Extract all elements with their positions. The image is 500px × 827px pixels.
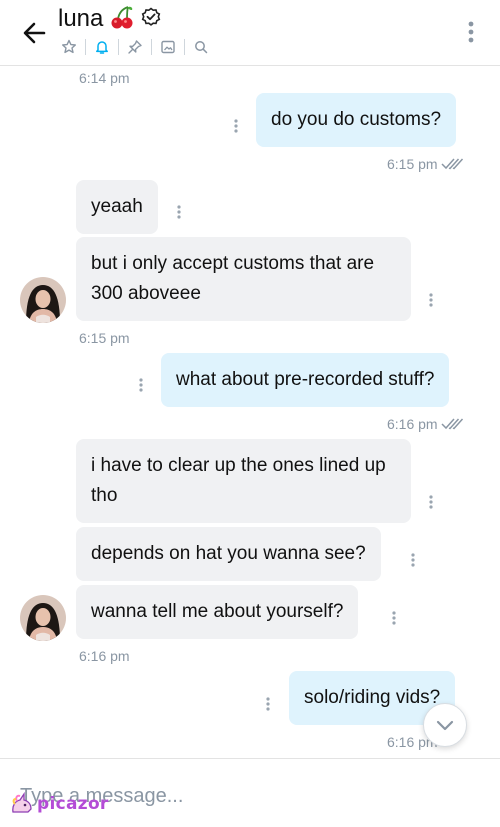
more-options-button[interactable] xyxy=(462,18,480,46)
back-arrow-icon xyxy=(23,22,46,44)
contact-name-row[interactable]: luna xyxy=(58,4,161,34)
scroll-to-bottom-button[interactable] xyxy=(423,703,467,747)
star-icon xyxy=(62,39,76,54)
more-vertical-icon xyxy=(177,205,181,219)
message-options-button[interactable] xyxy=(175,204,183,220)
search-button[interactable] xyxy=(191,37,211,57)
more-vertical-icon xyxy=(429,293,433,307)
timestamp: 6:16 pm xyxy=(387,416,438,432)
watermark: picazor xyxy=(9,792,109,816)
media-button[interactable] xyxy=(158,37,178,57)
avatar[interactable] xyxy=(20,277,66,323)
notifications-button[interactable] xyxy=(92,37,112,57)
more-vertical-icon xyxy=(392,611,396,625)
message-options-button[interactable] xyxy=(427,494,435,510)
timestamp: 6:15 pm xyxy=(387,156,438,172)
incoming-message[interactable]: yeaah xyxy=(76,180,158,234)
more-vertical-icon xyxy=(429,495,433,509)
toolbar-divider xyxy=(151,39,152,55)
incoming-message[interactable]: but i only accept customs that are 300 a… xyxy=(76,237,411,321)
chevron-down-icon xyxy=(436,720,454,731)
read-receipt-icon xyxy=(441,417,465,436)
more-vertical-icon xyxy=(411,553,415,567)
search-icon xyxy=(195,41,208,54)
outgoing-message[interactable]: do you do customs? xyxy=(256,93,457,147)
read-receipt-icon xyxy=(441,157,465,176)
toolbar-divider xyxy=(85,39,86,55)
message-options-button[interactable] xyxy=(137,377,145,393)
unicorn-logo-icon xyxy=(12,792,32,813)
verified-badge-icon xyxy=(141,6,161,32)
bell-icon xyxy=(96,41,108,54)
star-button[interactable] xyxy=(59,37,79,57)
message-options-button[interactable] xyxy=(264,696,272,712)
more-vertical-icon xyxy=(266,697,270,711)
watermark-text: picazor xyxy=(37,794,109,814)
message-options-button[interactable] xyxy=(390,610,398,626)
outgoing-message[interactable]: what about pre-recorded stuff? xyxy=(161,353,450,407)
cherry-emoji xyxy=(109,4,135,35)
back-button[interactable] xyxy=(18,16,52,50)
timestamp: 6:14 pm xyxy=(79,70,130,86)
message-options-button[interactable] xyxy=(409,552,417,568)
incoming-message[interactable]: i have to clear up the ones lined up tho xyxy=(76,439,411,523)
incoming-message[interactable]: wanna tell me about yourself? xyxy=(76,585,359,639)
chat-toolbar xyxy=(56,37,214,57)
contact-name[interactable]: luna xyxy=(58,5,103,33)
message-list[interactable]: 6:14 pm do you do customs? 6:15 pm yeaah… xyxy=(0,66,500,758)
incoming-message[interactable]: depends on hat you wanna see? xyxy=(76,527,381,581)
message-options-button[interactable] xyxy=(232,118,240,134)
more-vertical-icon xyxy=(234,119,238,133)
pin-button[interactable] xyxy=(125,37,145,57)
timestamp: 6:16 pm xyxy=(79,648,130,664)
more-vertical-icon xyxy=(468,21,474,43)
message-options-button[interactable] xyxy=(427,292,435,308)
toolbar-divider xyxy=(118,39,119,55)
pin-icon xyxy=(128,40,142,54)
image-icon xyxy=(161,40,175,54)
chat-header: luna xyxy=(0,0,500,66)
more-vertical-icon xyxy=(139,378,143,392)
avatar[interactable] xyxy=(20,595,66,641)
toolbar-divider xyxy=(184,39,185,55)
timestamp: 6:15 pm xyxy=(79,330,130,346)
